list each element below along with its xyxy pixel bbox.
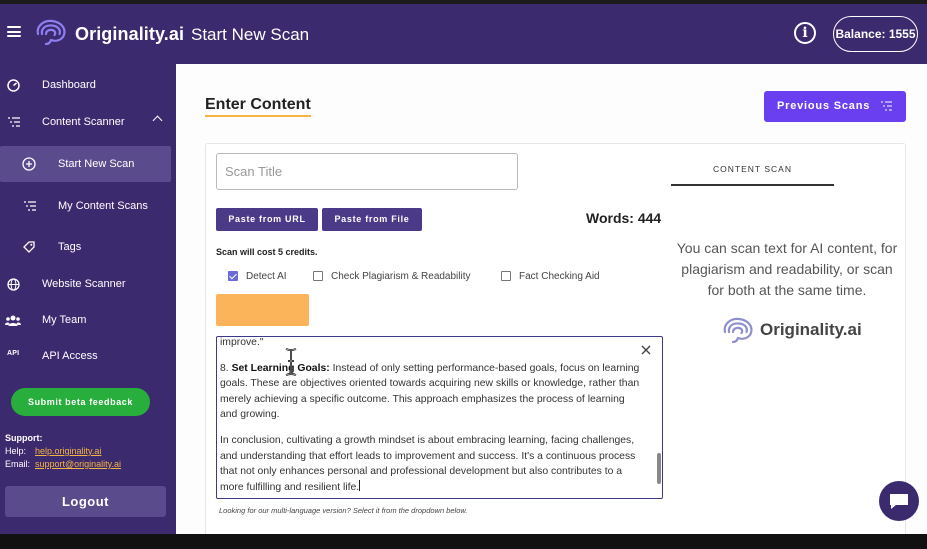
sidebar-item-my-team[interactable]: My Team (0, 302, 176, 338)
scan-description: You can scan text for AI content, for pl… (676, 240, 898, 298)
previous-scans-label: Previous Scans (777, 100, 871, 112)
content-text[interactable]: improve." 8. Set Learning Goals: Instead… (220, 337, 642, 498)
list-icon (881, 101, 892, 111)
content-textarea[interactable]: improve." 8. Set Learning Goals: Instead… (216, 336, 663, 499)
team-icon (5, 315, 21, 326)
list-icon (8, 117, 20, 127)
support-email-row: Email: support@originality.ai (5, 459, 121, 469)
option-detect-ai[interactable]: Detect AI (228, 269, 287, 283)
menu-icon[interactable] (7, 26, 21, 37)
paragraph-number: 8. (220, 362, 232, 374)
sidebar-item-label: Start New Scan (58, 158, 135, 170)
sidebar-item-label: Tags (58, 241, 82, 253)
text-cursor-icon (285, 348, 297, 376)
sidebar-item-website-scanner[interactable]: Website Scanner (0, 266, 176, 302)
paragraph-heading: Set Learning Goals: (231, 362, 330, 374)
previous-scans-button[interactable]: Previous Scans (764, 91, 906, 122)
tab-underline (671, 184, 834, 186)
support-help-link[interactable]: help.originality.ai (35, 446, 101, 456)
globe-icon (7, 278, 20, 291)
chat-icon (890, 494, 908, 509)
sidebar-item-tags[interactable]: Tags (0, 229, 176, 265)
balance-badge[interactable]: Balance: 1555 (833, 16, 918, 52)
scan-submit-button[interactable] (216, 294, 309, 326)
logout-button[interactable]: Logout (5, 486, 166, 517)
plus-circle-icon (22, 157, 36, 171)
chat-button[interactable] (879, 481, 919, 521)
enter-content-heading: Enter Content (205, 96, 311, 117)
fact-checking-checkbox[interactable] (501, 271, 511, 281)
sidebar-item-label: Website Scanner (42, 278, 126, 290)
bottom-bar (0, 534, 927, 549)
content-paragraph: In conclusion, cultivating a growth mind… (220, 433, 642, 495)
brand-logo-secondary: Originality.ai (721, 316, 891, 346)
support-email-link[interactable]: support@originality.ai (35, 459, 121, 469)
api-icon: API (7, 350, 20, 357)
plagiarism-label: Check Plagiarism & Readability (331, 270, 471, 282)
support-help-label: Help: (5, 446, 27, 456)
brain-logo-icon (723, 317, 753, 344)
sidebar-item-content-scanner[interactable]: Content Scanner (0, 104, 176, 140)
page-title: Start New Scan (191, 25, 310, 44)
list-icon (24, 201, 36, 211)
paste-from-url-button[interactable]: Paste from URL (216, 208, 318, 231)
detect-ai-checkbox[interactable] (228, 271, 238, 281)
sidebar-item-my-content-scans[interactable]: My Content Scans (0, 188, 176, 224)
sidebar: Dashboard Content Scanner Start New Scan… (0, 64, 176, 534)
sidebar-item-label: My Content Scans (58, 200, 148, 212)
info-icon[interactable]: i (794, 22, 816, 44)
dashboard-icon (7, 79, 20, 92)
brand-name: Originality.ai (760, 320, 862, 339)
submit-beta-feedback-button[interactable]: Submit beta feedback (11, 388, 150, 416)
textarea-scrollbar[interactable] (657, 453, 661, 484)
paste-from-file-button[interactable]: Paste from File (322, 208, 422, 231)
option-check-plagiarism[interactable]: Check Plagiarism & Readability (313, 269, 471, 283)
scan-card: Paste from URL Paste from File Words: 44… (205, 143, 906, 534)
support-title: Support: (5, 433, 43, 443)
plagiarism-checkbox[interactable] (313, 271, 323, 281)
tab-content-scan[interactable]: CONTENT SCAN (671, 164, 834, 174)
sidebar-item-start-new-scan[interactable]: Start New Scan (0, 146, 171, 182)
sidebar-item-api-access[interactable]: API API Access (0, 338, 176, 374)
sidebar-item-dashboard[interactable]: Dashboard (0, 67, 176, 103)
support-help-row: Help: help.originality.ai (5, 446, 101, 456)
support-email-label: Email: (5, 459, 31, 469)
chevron-up-icon[interactable] (152, 115, 163, 126)
fact-checking-label: Fact Checking Aid (519, 270, 600, 282)
brain-logo-icon (36, 19, 66, 46)
sidebar-item-label: API Access (42, 350, 98, 362)
sidebar-item-label: My Team (42, 314, 87, 326)
scan-cost-text: Scan will cost 5 credits. (216, 247, 318, 257)
top-bar: Originality.ai Start New Scan i Balance:… (0, 0, 927, 64)
word-count: Words: 444 (586, 210, 662, 226)
text-caret (359, 479, 361, 491)
scan-title-input[interactable] (216, 153, 518, 190)
detect-ai-label: Detect AI (246, 270, 287, 282)
content-line: improve." (220, 337, 264, 348)
option-fact-checking[interactable]: Fact Checking Aid (501, 269, 600, 283)
multi-language-hint: Looking for our multi-language version? … (219, 506, 468, 515)
content-paragraph: 8. Set Learning Goals: Instead of only s… (220, 361, 642, 423)
sidebar-item-label: Content Scanner (42, 116, 125, 128)
tag-icon (23, 241, 35, 253)
close-icon[interactable] (639, 343, 653, 357)
brand-logo[interactable]: Originality.ai (75, 24, 184, 45)
paragraph-body: In conclusion, cultivating a growth mind… (220, 434, 636, 493)
sidebar-item-label: Dashboard (42, 79, 96, 91)
main-content: Enter Content Previous Scans Paste from … (176, 64, 927, 534)
